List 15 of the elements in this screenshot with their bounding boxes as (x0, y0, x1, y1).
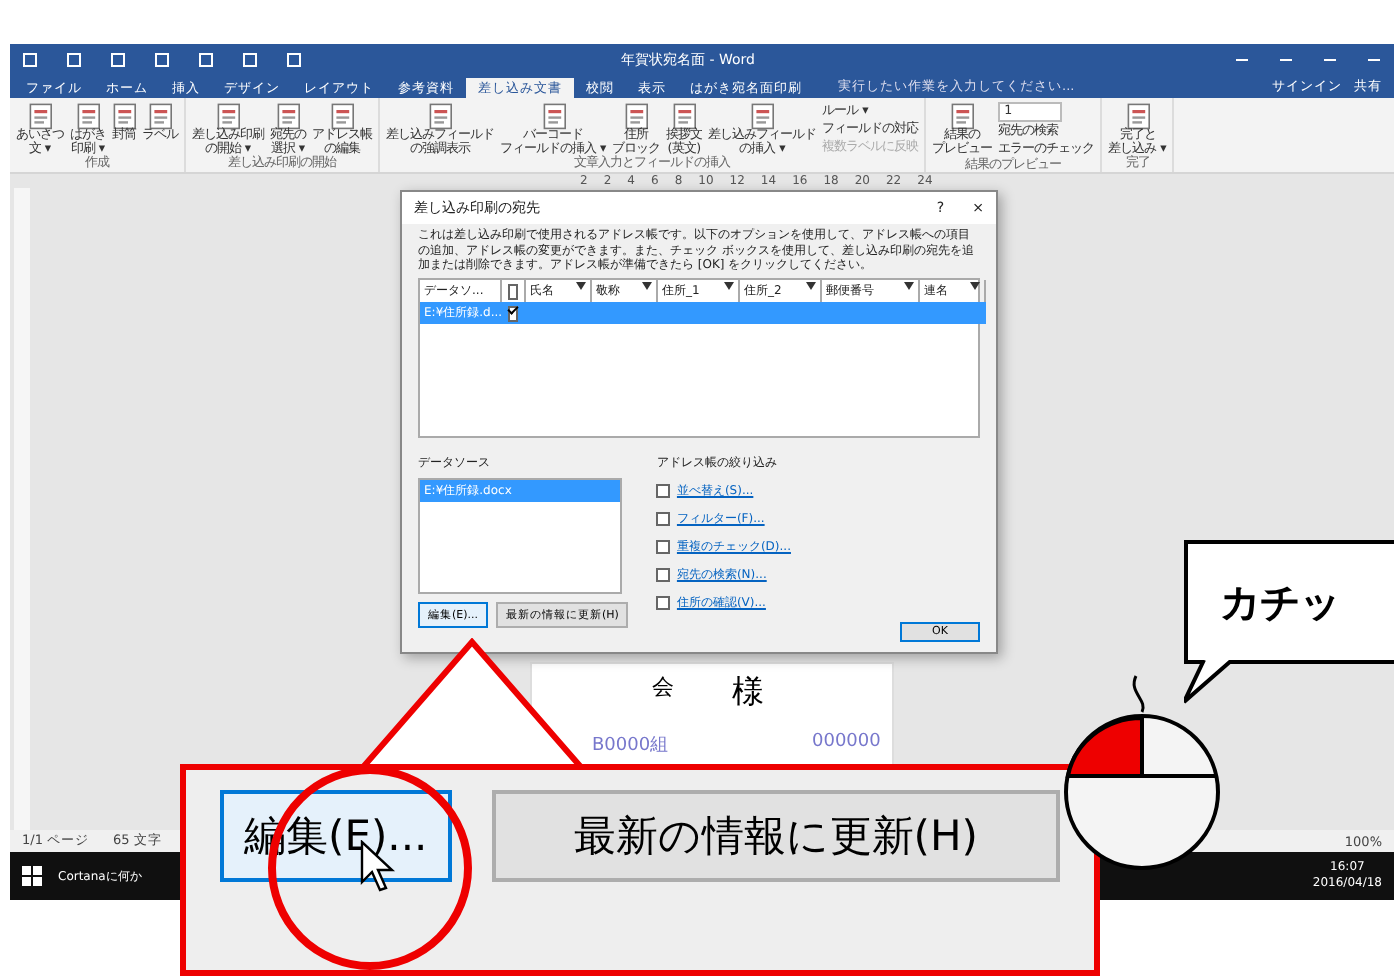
header-checkbox[interactable] (508, 283, 518, 299)
postcard-text: B0000組 (592, 734, 669, 758)
postcard-text: 会 (652, 672, 674, 702)
dropdown-arrow-icon[interactable] (904, 281, 914, 289)
dropdown-arrow-icon[interactable] (724, 281, 734, 289)
row-checkbox[interactable] (508, 305, 518, 321)
bubble-text: カチッ (1220, 575, 1340, 629)
callout-button[interactable]: 最新の情報に更新(H) (491, 790, 1060, 882)
postcard-text: 様 (732, 672, 764, 714)
dropdown-arrow-icon[interactable] (576, 281, 586, 289)
dropdown-arrow-icon[interactable] (806, 281, 816, 289)
postcard-text: 000000 (812, 732, 881, 752)
dropdown-arrow-icon[interactable] (970, 281, 980, 289)
windows-logo-icon[interactable] (22, 866, 42, 886)
dropdown-arrow-icon[interactable] (642, 281, 652, 289)
